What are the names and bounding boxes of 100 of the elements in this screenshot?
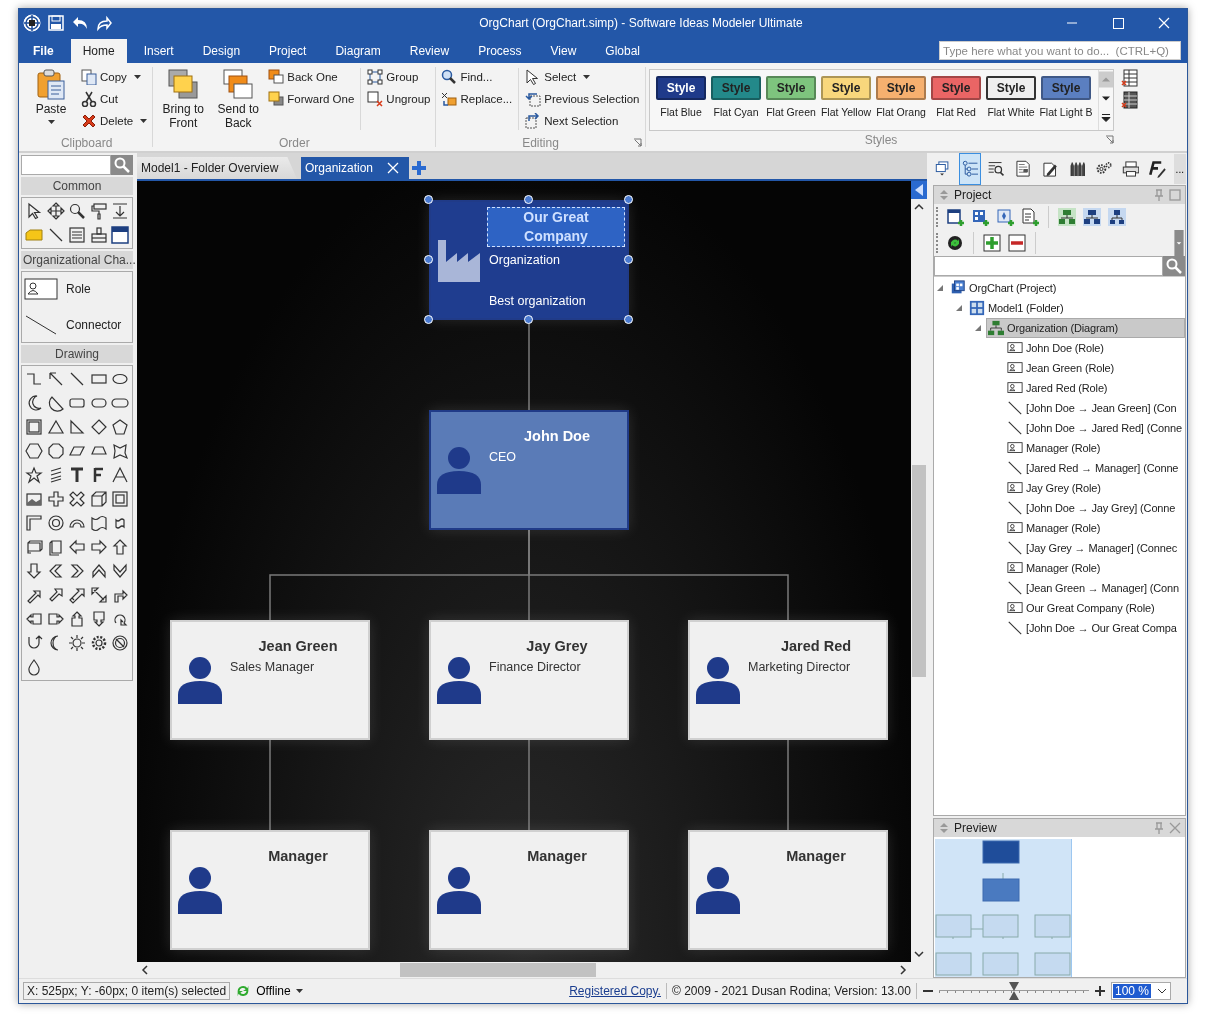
ribbon-tab[interactable]: Review [397, 39, 462, 63]
document-tab[interactable]: Model1 - Folder Overview [137, 157, 297, 179]
tree-item[interactable]: Manager (Role) [1005, 438, 1185, 458]
tree-item[interactable]: Our Great Company (Role) [1005, 598, 1185, 618]
style-name: Flat Yellow [820, 106, 872, 118]
toolbox-item[interactable]: Connector [66, 318, 122, 332]
ribbon-tab[interactable]: Home [70, 39, 127, 63]
role-node[interactable]: Manager [688, 830, 888, 950]
tree-item[interactable]: Model1 (Folder) [967, 298, 1185, 318]
tree-item[interactable]: [John Doe → Jay Grey] (Conne [1005, 498, 1185, 518]
style-swatch[interactable]: Style [766, 76, 816, 100]
tree-item[interactable]: Organization (Diagram) [986, 318, 1185, 338]
ribbon-button[interactable]: Paste [24, 66, 78, 126]
node-title: Manager [267, 848, 329, 864]
role-node[interactable]: Jean Green Sales Manager [170, 620, 370, 740]
node-title: Jean Green [257, 638, 339, 654]
registered-copy-link[interactable]: Registered Copy. [569, 984, 661, 998]
style-name: Flat Cyan [713, 106, 759, 118]
node-subtitle: Organization [489, 253, 561, 267]
ribbon-button[interactable]: Send to Back [211, 66, 266, 132]
node-title: John Doe [522, 428, 592, 444]
more-button[interactable]: ... [1173, 154, 1186, 184]
toolbox-section-header[interactable]: Common [21, 177, 133, 195]
ribbon-button[interactable]: Copy [79, 66, 150, 87]
style-swatch[interactable]: Style [711, 76, 761, 100]
tree-item[interactable]: OrgChart (Project) [948, 278, 1185, 298]
role-node[interactable]: Jared Red Marketing Director [688, 620, 888, 740]
ribbon-button[interactable]: Select [523, 66, 642, 87]
style-name: Flat Blue [660, 106, 702, 118]
style-swatch[interactable]: Style [876, 76, 926, 100]
ribbon-tab[interactable]: File [21, 39, 66, 63]
cursor-position: X: 525px; Y: -60px; 0 item(s) selected [23, 982, 231, 1000]
toolbox-section-header[interactable]: Drawing [21, 345, 133, 363]
ribbon-tab[interactable]: Diagram [323, 39, 393, 63]
ribbon-button[interactable]: Bring to Front [156, 66, 211, 132]
tree-item[interactable]: Jean Green (Role) [1005, 358, 1185, 378]
ribbon-tab[interactable]: Project [257, 39, 319, 63]
tree-item[interactable]: John Doe (Role) [1005, 338, 1185, 358]
tree-item[interactable]: Manager (Role) [1005, 558, 1185, 578]
style-name: Flat Orang [876, 106, 926, 118]
node-subtitle: Finance Director [489, 660, 582, 674]
ribbon-button[interactable]: Delete [79, 110, 150, 131]
group-label: Styles [864, 132, 898, 147]
role-node[interactable]: John Doe CEO [429, 410, 629, 530]
tree-item[interactable]: [John Doe → Jared Red] (Conne [1005, 418, 1185, 438]
ribbon-button[interactable]: Next Selection [523, 110, 642, 131]
organization-node[interactable]: Our Great Company Organization Best organization [429, 200, 629, 320]
ribbon-button[interactable]: Previous Selection [523, 88, 642, 109]
style-name: Flat Light B [1039, 106, 1093, 118]
ribbon-button[interactable]: Replace... [439, 88, 515, 109]
toolbox-section-header[interactable]: Organizational Cha... [21, 251, 133, 269]
panel-title: Preview [954, 821, 998, 835]
ribbon-tab[interactable]: Insert [131, 39, 186, 63]
window-title: OrgChart (OrgChart.simp) - Software Ideas Modeler Ultimate [478, 16, 804, 30]
ribbon-tab[interactable]: Process [466, 39, 534, 63]
node-subtitle: Sales Manager [230, 660, 316, 674]
node-subtitle: CEO [489, 450, 518, 464]
ribbon-button[interactable]: Find... [439, 66, 515, 87]
style-swatch[interactable]: Style [1041, 76, 1091, 100]
style-swatch[interactable]: Style [821, 76, 871, 100]
node-title: Jay Grey [525, 638, 589, 654]
tree-item[interactable]: [John Doe → Our Great Compa [1005, 618, 1185, 638]
ribbon-button[interactable]: Back One [266, 66, 357, 87]
ribbon-button[interactable]: Ungroup [365, 88, 433, 109]
node-note: Best organization [489, 294, 587, 308]
style-swatch[interactable]: Style [986, 76, 1036, 100]
tree-item[interactable]: [Jared Red → Manager] (Conne [1005, 458, 1185, 478]
zoom-field[interactable]: 100 % [1110, 982, 1171, 1000]
command-search-field[interactable]: Type here what you want to do... (CTRL+Q) [939, 41, 1181, 60]
node-title: Manager [785, 848, 847, 864]
tree-item[interactable]: [John Doe → Jean Green] (Con [1005, 398, 1185, 418]
tree-item[interactable]: Manager (Role) [1005, 518, 1185, 538]
node-title: Jared Red [779, 638, 853, 654]
style-name: Flat Red [936, 106, 976, 118]
group-label: Editing [522, 135, 559, 150]
tree-item[interactable]: Jay Grey (Role) [1005, 478, 1185, 498]
style-swatch[interactable]: Style [656, 76, 706, 100]
toolbox-item[interactable]: Role [66, 282, 91, 296]
role-node[interactable]: Manager [170, 830, 370, 950]
panel-title: Project [954, 188, 993, 202]
ribbon-tab[interactable]: View [538, 39, 589, 63]
document-tab[interactable]: Organization [301, 157, 409, 179]
connection-dropdown[interactable]: Offline [256, 984, 291, 998]
group-label: Clipboard [60, 135, 113, 150]
tree-item[interactable]: [Jay Grey → Manager] (Connec [1005, 538, 1185, 558]
style-name: Flat Green [766, 106, 816, 118]
node-title: Our Great Company [487, 207, 625, 247]
ribbon-button[interactable]: Forward One [266, 88, 357, 109]
tree-item[interactable]: Jared Red (Role) [1005, 378, 1185, 398]
tree-item[interactable]: [Jean Green → Manager] (Conn [1005, 578, 1185, 598]
copyright-text: © 2009 - 2021 Dusan Rodina; Version: 13.00 [671, 984, 911, 998]
ribbon-tab[interactable]: Global [593, 39, 652, 63]
group-label: Order [279, 135, 310, 150]
ribbon-button[interactable]: Cut [79, 88, 150, 109]
ribbon-tab[interactable]: Design [190, 39, 253, 63]
node-title: Manager [526, 848, 588, 864]
role-node[interactable]: Jay Grey Finance Director [429, 620, 629, 740]
ribbon-button[interactable]: Group [365, 66, 433, 87]
role-node[interactable]: Manager [429, 830, 629, 950]
style-swatch[interactable]: Style [931, 76, 981, 100]
